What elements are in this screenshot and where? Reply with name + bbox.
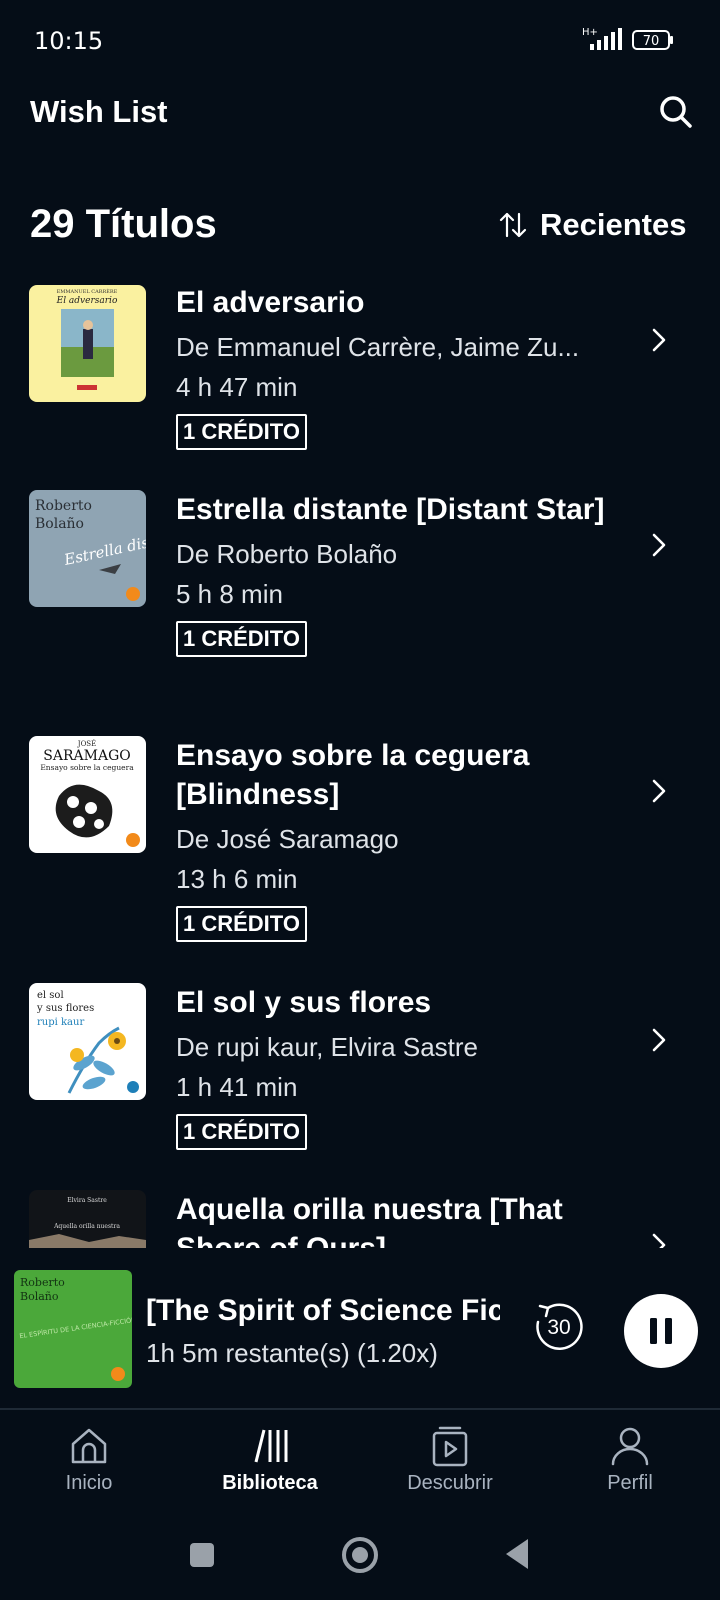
chevron-right-icon	[652, 779, 666, 803]
credit-badge: 1 CRÉDITO	[176, 1114, 307, 1150]
home-icon	[71, 1428, 107, 1464]
system-nav-bar	[0, 1510, 720, 1600]
chevron-right-icon	[652, 1028, 666, 1052]
svg-text:Elvira Sastre: Elvira Sastre	[67, 1197, 107, 1204]
pause-icon	[650, 1318, 672, 1344]
now-playing-cover: Roberto Bolaño EL ESPÍRITU DE LA CIENCIA…	[14, 1270, 132, 1388]
nav-item-biblioteca[interactable]: Biblioteca	[190, 1424, 350, 1504]
now-playing-remaining: 1h 5m restante(s) (1.20x)	[146, 1338, 438, 1368]
svg-text:Bolaño: Bolaño	[20, 1290, 59, 1303]
credit-badge: 1 CRÉDITO	[176, 621, 307, 657]
nav-label: Descubrir	[407, 1472, 493, 1494]
chevron-right-icon	[652, 533, 666, 557]
svg-text:El adversario: El adversario	[56, 296, 118, 306]
book-author: De rupi kaur, Elvira Sastre	[176, 1032, 479, 1062]
pause-button[interactable]	[624, 1294, 698, 1368]
svg-text:JOSÉ: JOSÉ	[77, 739, 96, 748]
book-info: Estrella distante [Distant Star] De Robe…	[176, 490, 606, 657]
book-duration: 13 h 6 min	[176, 864, 298, 894]
battery-level: 70	[643, 34, 660, 49]
book-cover: EMMANUEL CARRÈRE El adversario	[29, 285, 146, 402]
sort-label: Recientes	[540, 207, 687, 242]
skip-back-30-button[interactable]: 30	[530, 1296, 588, 1354]
book-author: De Emmanuel Carrère, Jaime Zu...	[176, 332, 580, 362]
credit-badge: 1 CRÉDITO	[176, 906, 307, 942]
book-author: De José Saramago	[176, 824, 399, 854]
book-duration: 4 h 47 min	[176, 372, 298, 402]
list-item[interactable]: JOSÉ SARAMAGO Ensayo sobre la ceguera En…	[0, 736, 720, 976]
book-title: Aquella orilla nuestra [That Shore of Ou…	[176, 1193, 563, 1248]
status-bar: 10:15 H+ 70	[0, 0, 720, 80]
nav-item-perfil[interactable]: Perfil	[550, 1424, 710, 1504]
nav-label: Biblioteca	[222, 1472, 318, 1494]
skip-back-icon: 30	[536, 1303, 583, 1351]
list-item[interactable]: Roberto Bolaño Estrella distante Estrell…	[0, 490, 720, 730]
book-cover: Roberto Bolaño Estrella distante	[29, 490, 146, 607]
discover-icon	[432, 1426, 468, 1467]
book-info: El adversario De Emmanuel Carrère, Jaime…	[176, 283, 606, 450]
wish-list: EMMANUEL CARRÈRE El adversario El advers…	[0, 283, 720, 1248]
signal-icon: H+	[582, 27, 622, 50]
svg-text:Roberto: Roberto	[20, 1276, 65, 1289]
svg-text:EMMANUEL CARRÈRE: EMMANUEL CARRÈRE	[57, 287, 118, 295]
search-button[interactable]	[656, 92, 696, 132]
book-info: Ensayo sobre la ceguera [Blindness] De J…	[176, 736, 606, 942]
book-title: Estrella distante [Distant Star]	[176, 493, 605, 526]
list-item[interactable]: EMMANUEL CARRÈRE El adversario El advers…	[0, 283, 720, 483]
battery-icon: 70	[632, 30, 674, 50]
book-duration: 1 h 41 min	[176, 1072, 298, 1102]
svg-text:SARAMAGO: SARAMAGO	[43, 748, 130, 764]
back-button[interactable]	[502, 1537, 532, 1571]
nav-item-descubrir[interactable]: Descubrir	[370, 1424, 530, 1504]
book-author: De Roberto Bolaño	[176, 539, 398, 569]
svg-text:30: 30	[547, 1316, 570, 1339]
book-cover: el sol y sus flores rupi kaur	[29, 983, 146, 1100]
book-info: El sol y sus flores De rupi kaur, Elvira…	[176, 983, 606, 1150]
book-title: El sol y sus flores	[176, 986, 432, 1019]
page-title: Wish List	[30, 94, 168, 129]
book-cover: JOSÉ SARAMAGO Ensayo sobre la ceguera	[29, 736, 146, 853]
book-duration: 5 h 8 min	[176, 579, 283, 609]
now-playing-title: [The Spirit of Science Fict	[146, 1294, 500, 1327]
chevron-right-icon	[652, 328, 666, 352]
nav-item-inicio[interactable]: Inicio	[9, 1424, 169, 1504]
mini-player[interactable]: Roberto Bolaño EL ESPÍRITU DE LA CIENCIA…	[0, 1250, 720, 1388]
home-button[interactable]	[340, 1535, 380, 1575]
sort-arrows-icon	[499, 212, 527, 238]
list-header: 29 Títulos Recientes	[0, 190, 720, 260]
recent-apps-button[interactable]	[188, 1541, 216, 1569]
book-title: El adversario	[176, 286, 365, 319]
titles-count: 29 Títulos	[30, 202, 217, 246]
svg-text:el sol: el sol	[37, 990, 64, 1001]
app-header: Wish List	[0, 80, 720, 160]
credit-badge: 1 CRÉDITO	[176, 414, 307, 450]
chevron-right-icon	[652, 1233, 666, 1248]
svg-text:Aquella orilla nuestra: Aquella orilla nuestra	[53, 1223, 120, 1230]
book-title: Ensayo sobre la ceguera [Blindness]	[176, 739, 530, 811]
svg-text:rupi kaur: rupi kaur	[37, 1017, 84, 1028]
profile-icon	[611, 1427, 649, 1466]
book-info: Aquella orilla nuestra [That Shore of Ou…	[176, 1190, 606, 1248]
list-item[interactable]: Elvira Sastre Aquella orilla nuestra Aqu…	[0, 1190, 720, 1248]
search-icon	[660, 96, 692, 128]
library-icon	[254, 1429, 288, 1463]
bottom-nav: Inicio Biblioteca Descubrir Perfil	[0, 1410, 720, 1510]
book-cover: Elvira Sastre Aquella orilla nuestra	[29, 1190, 146, 1248]
svg-text:Ensayo sobre la ceguera: Ensayo sobre la ceguera	[40, 763, 134, 772]
svg-text:Roberto: Roberto	[35, 498, 92, 514]
nav-label: Perfil	[607, 1472, 653, 1494]
nav-label: Inicio	[65, 1472, 113, 1494]
svg-text:y sus flores: y sus flores	[36, 1003, 94, 1014]
sort-button[interactable]: Recientes	[498, 205, 686, 245]
list-item[interactable]: el sol y sus flores rupi kaur El sol y s…	[0, 983, 720, 1183]
network-type: H+	[582, 27, 598, 38]
svg-text:Bolaño: Bolaño	[35, 516, 84, 532]
status-time: 10:15	[34, 27, 104, 55]
